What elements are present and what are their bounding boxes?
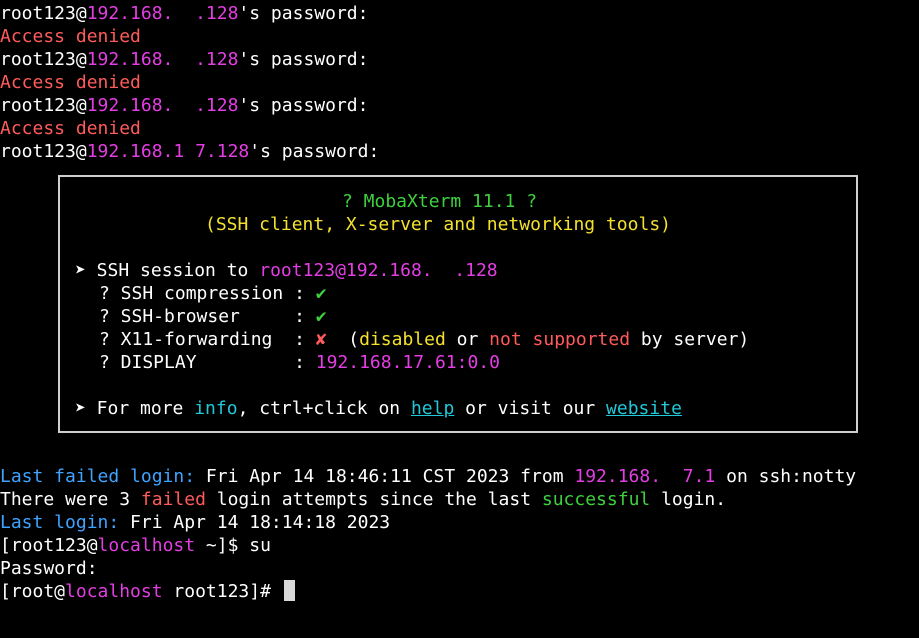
root-prompt-line[interactable]: [root@localhost root123]# — [0, 580, 295, 603]
banner-subtitle: (SSH client, X-server and networking too… — [205, 214, 671, 235]
ssh-host: 192.168.1 7.128 — [86, 141, 250, 162]
password-label: 's password: — [238, 3, 369, 24]
ssh-host: 192.168. .128 — [86, 49, 239, 70]
check-icon: ✔ — [315, 283, 327, 304]
access-denied-line: Access denied — [0, 26, 141, 47]
prompt-host: localhost — [97, 535, 196, 556]
help-link[interactable]: help — [411, 398, 454, 419]
ssh-compression-line: ? SSH compression : ✔ — [99, 283, 327, 304]
password-prompt-line: root123@192.168. .128's password: — [0, 94, 368, 117]
last-login-line: Last login: Fri Apr 14 18:14:18 2023 — [0, 512, 391, 533]
display-line: ? DISPLAY : 192.168.17.61:0.0 — [99, 352, 500, 373]
prompt-host: localhost — [65, 581, 163, 602]
failed-ip: 192.168. 7.1 — [574, 466, 716, 487]
ssh-browser-line: ? SSH-browser : ✔ — [99, 306, 327, 327]
ssh-user: root123@ — [0, 49, 87, 70]
ssh-host: 192.168. .128 — [86, 3, 239, 24]
mobaxterm-banner: ? MobaXterm 11.1 ? (SSH client, X-server… — [58, 175, 858, 433]
banner-title: ? MobaXterm 11.1 ? — [342, 191, 538, 212]
session-host: @192.168. .128 — [335, 260, 498, 281]
check-icon: ✔ — [315, 306, 327, 327]
ssh-session-line: ➤ SSH session to root123@192.168. .128 — [75, 260, 498, 281]
x11-forwarding-line: ? X11-forwarding : ✘ (disabled or not su… — [99, 329, 750, 350]
access-denied-line: Access denied — [0, 72, 141, 93]
ssh-user: root123@ — [0, 3, 87, 24]
last-failed-login-line: Last failed login: Fri Apr 14 18:46:11 C… — [0, 466, 857, 487]
cross-icon: ✘ — [315, 329, 327, 350]
terminal-window[interactable]: root123@192.168. .128's password: Access… — [0, 0, 919, 638]
command-text: su — [249, 535, 271, 556]
website-link[interactable]: website — [606, 398, 682, 419]
terminal-cursor[interactable] — [283, 580, 295, 601]
password-prompt: Password: — [0, 558, 98, 579]
ssh-host: 192.168. .128 — [86, 95, 239, 116]
password-label: 's password: — [238, 49, 369, 70]
display-value: 192.168.17.61:0.0 — [315, 352, 500, 373]
failed-attempts-line: There were 3 failed login attempts since… — [0, 489, 727, 510]
shell-prompt-line: [root123@localhost ~]$ su — [0, 535, 271, 556]
password-label: 's password: — [238, 95, 369, 116]
password-label: 's password: — [249, 141, 380, 162]
ssh-user: root123@ — [0, 95, 87, 116]
info-text: info — [194, 398, 238, 419]
ssh-user: root123@ — [0, 141, 87, 162]
password-prompt-line: root123@192.168. .128's password: — [0, 2, 368, 25]
session-user: root123 — [259, 260, 336, 281]
access-denied-line: Access denied — [0, 118, 141, 139]
password-prompt-line: root123@192.168.1 7.128's password: — [0, 140, 379, 163]
more-info-line: ➤ For more info, ctrl+click on help or v… — [75, 398, 682, 419]
password-prompt-line: root123@192.168. .128's password: — [0, 48, 368, 71]
